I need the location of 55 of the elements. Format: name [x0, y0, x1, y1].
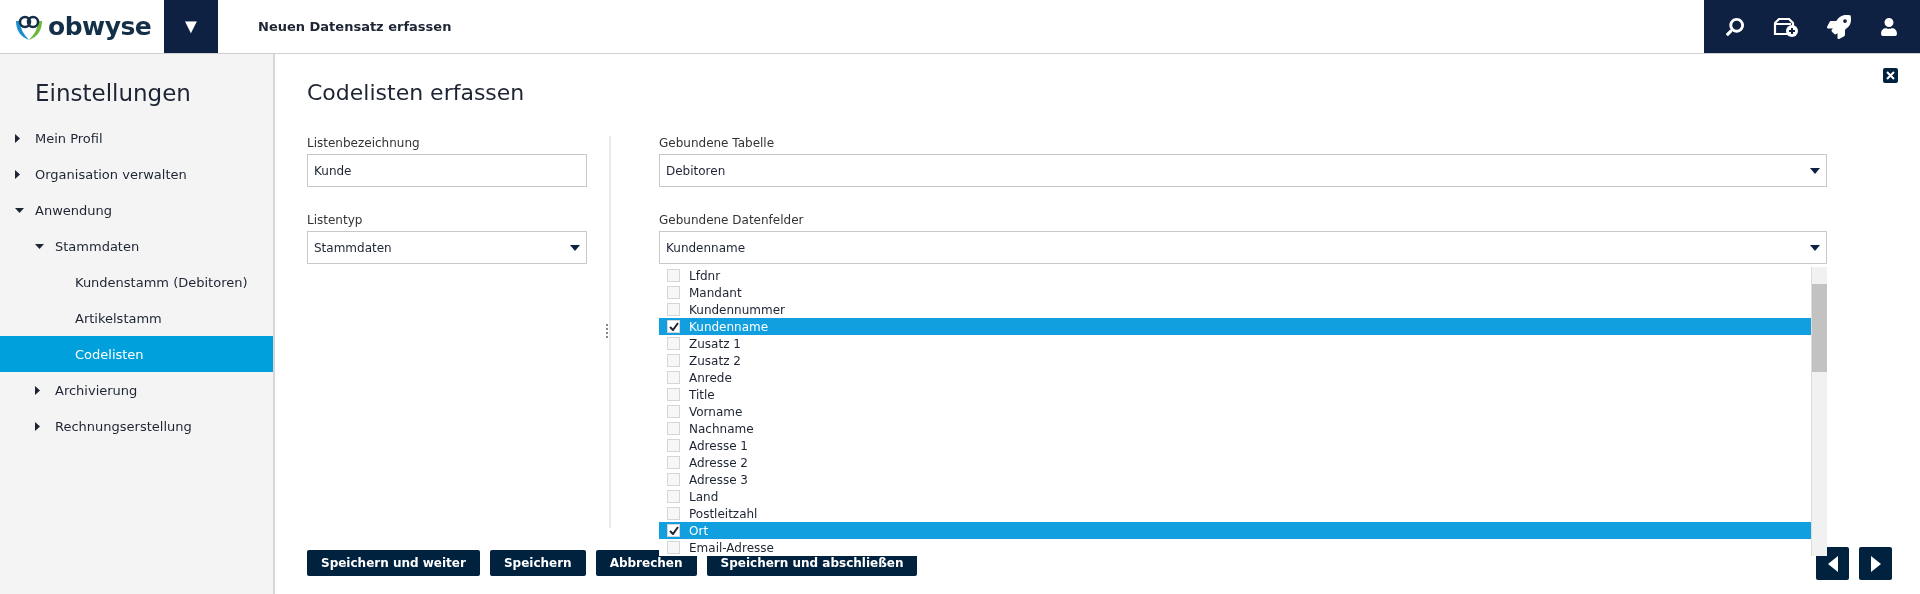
caret-down-icon — [1810, 167, 1820, 174]
checkbox[interactable] — [667, 422, 680, 435]
field-label: Gebundene Tabelle — [659, 136, 776, 150]
checkbox[interactable] — [667, 439, 680, 452]
caret-right-icon — [35, 421, 40, 431]
sidebar-item[interactable]: Archivierung — [0, 372, 273, 408]
select-field[interactable]: Stammdaten — [307, 231, 587, 264]
checkbox[interactable] — [667, 507, 680, 520]
sidebar-item[interactable]: Mein Profil — [0, 120, 273, 156]
checkbox[interactable] — [667, 456, 680, 469]
field-label: Listentyp — [307, 213, 364, 227]
close-button[interactable] — [1883, 68, 1898, 83]
header-title: Neuen Datensatz erfassen — [258, 19, 452, 34]
menu-toggle-button[interactable]: ▼ — [164, 0, 218, 53]
sidebar-item[interactable]: Artikelstamm — [0, 300, 273, 336]
select-field[interactable]: Kundenname — [659, 231, 1827, 264]
checkbox[interactable] — [667, 371, 680, 384]
field-label: Listenbezeichnung — [307, 136, 421, 150]
checkbox[interactable] — [667, 524, 680, 537]
checkbox[interactable] — [667, 286, 680, 299]
caret-down-icon — [15, 207, 24, 213]
checkbox[interactable] — [667, 405, 680, 418]
scrollbar[interactable] — [1811, 267, 1827, 556]
triangle-left-icon — [1827, 555, 1838, 572]
sidebar-title: Einstellungen — [34, 80, 192, 106]
text-field[interactable]: Kunde — [307, 154, 587, 187]
action-button[interactable]: Speichern und weiter — [307, 550, 480, 576]
caret-right-icon — [15, 133, 20, 143]
caret-down-icon — [1810, 244, 1820, 251]
checkbox[interactable] — [667, 541, 680, 554]
field-label: Gebundene Datenfelder — [659, 213, 805, 227]
box-plus-icon — [1772, 15, 1799, 38]
checkbox[interactable] — [667, 354, 680, 367]
sidebar-item[interactable]: Kundenstamm (Debitoren) — [0, 264, 273, 300]
caret-down-icon — [570, 244, 580, 251]
page-title: Codelisten erfassen — [307, 80, 526, 107]
checkbox[interactable] — [667, 320, 680, 333]
next-button[interactable] — [1859, 547, 1892, 580]
triangle-right-icon — [1870, 555, 1881, 572]
checkbox[interactable] — [667, 303, 680, 316]
caret-right-icon — [35, 385, 40, 395]
checkbox[interactable] — [667, 490, 680, 503]
checkbox[interactable] — [667, 388, 680, 401]
checkbox[interactable] — [667, 337, 680, 350]
sidebar-item[interactable]: Anwendung — [0, 192, 273, 228]
checkbox[interactable] — [667, 473, 680, 486]
logo-text: obwyse — [48, 12, 152, 41]
action-button[interactable]: Speichern — [489, 550, 586, 576]
sidebar-item[interactable]: Organisation verwalten — [0, 156, 273, 192]
caret-right-icon — [15, 169, 20, 179]
select-field[interactable]: Debitoren — [659, 154, 1827, 187]
sidebar-item[interactable]: Stammdaten — [0, 228, 273, 264]
caret-down-icon — [35, 243, 44, 249]
sidebar-item[interactable]: Rechnungserstellung — [0, 408, 273, 444]
checkbox[interactable] — [667, 269, 680, 282]
